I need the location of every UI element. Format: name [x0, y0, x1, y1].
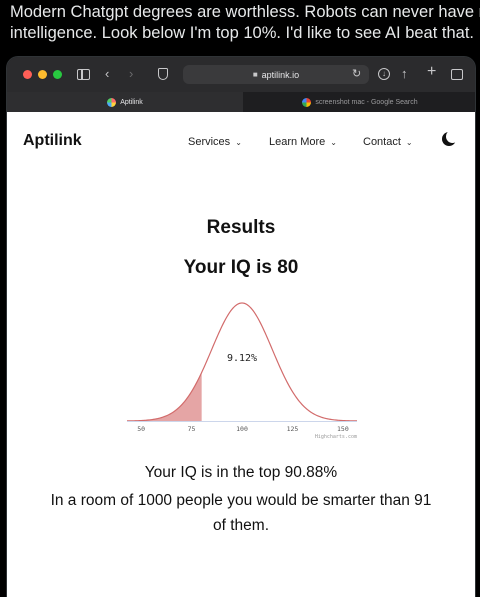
minimize-window-icon[interactable]: [38, 70, 47, 79]
shaded-percentage-label: 9.12%: [227, 353, 257, 364]
back-icon[interactable]: ‹: [105, 65, 109, 83]
site-logo[interactable]: Aptilink: [23, 132, 82, 150]
x-axis-ticks: 50 75 100 125 150: [137, 425, 349, 433]
lock-icon: ■: [252, 70, 258, 79]
nav-contact[interactable]: Contact ⌄: [363, 136, 413, 148]
browser-toolbar: ‹ › ■ aptilink.io ↻ ↓ ↑ +: [7, 57, 475, 92]
nav-contact-label: Contact: [363, 136, 401, 148]
tab-label: screenshot mac - Google Search: [315, 98, 418, 106]
embedded-screenshot[interactable]: ‹ › ■ aptilink.io ↻ ↓ ↑ + Aptilink scree…: [6, 56, 476, 597]
percentile-summary: Your IQ is in the top 90.88%: [144, 464, 338, 481]
x-tick-label: 75: [188, 425, 196, 433]
privacy-shield-icon[interactable]: [158, 68, 168, 80]
room-comparison-line-2: of them.: [213, 517, 269, 534]
tab-label: Aptilink: [120, 98, 143, 106]
results-heading: Results: [206, 217, 276, 238]
x-tick-label: 50: [137, 425, 145, 433]
tab-overview-icon[interactable]: [451, 69, 463, 80]
new-tab-icon[interactable]: +: [427, 63, 436, 81]
chevron-down-icon: ⌄: [405, 138, 413, 147]
reload-icon[interactable]: ↻: [352, 65, 361, 83]
iq-distribution-chart: 9.12% 50 75 100 125 150 Highcharts.com: [126, 302, 358, 440]
nav-learn-more-label: Learn More: [269, 136, 326, 148]
aptilink-favicon-icon: [107, 97, 117, 107]
nav-learn-more[interactable]: Learn More ⌄: [269, 136, 337, 148]
zoom-window-icon[interactable]: [53, 70, 62, 79]
chevron-down-icon: ⌄: [330, 138, 337, 147]
share-icon[interactable]: ↑: [401, 65, 408, 83]
dark-mode-moon-icon[interactable]: [442, 130, 459, 146]
tab-aptilink[interactable]: Aptilink: [7, 92, 243, 112]
close-window-icon[interactable]: [23, 70, 32, 79]
address-text: aptilink.io: [261, 69, 300, 80]
room-comparison-line-1: In a room of 1000 people you would be sm…: [50, 492, 432, 509]
tab-google-search[interactable]: screenshot mac - Google Search: [243, 92, 475, 112]
sidebar-toggle-icon[interactable]: [77, 69, 90, 80]
iq-score-heading: Your IQ is 80: [183, 257, 299, 278]
address-bar[interactable]: ■ aptilink.io: [183, 65, 369, 84]
chevron-down-icon: ⌄: [235, 138, 242, 147]
post-text: Modern Chatgpt degrees are worthless. Ro…: [10, 2, 480, 44]
google-favicon-icon: [302, 97, 312, 107]
forward-icon[interactable]: ›: [129, 65, 133, 83]
nav-services-label: Services: [188, 136, 231, 148]
tab-bar: Aptilink screenshot mac - Google Search: [7, 92, 475, 112]
post-text-line-2: intelligence. Look below I'm top 10%. I'…: [10, 24, 474, 42]
x-tick-label: 150: [337, 425, 349, 433]
nav-services[interactable]: Services ⌄: [188, 136, 242, 148]
post-text-line-1: Modern Chatgpt degrees are worthless. Ro…: [10, 3, 480, 21]
x-tick-label: 125: [287, 425, 299, 433]
web-page: Aptilink Services ⌄ Learn More ⌄ Contact ⌄ …: [7, 112, 475, 597]
shaded-area: [127, 372, 202, 421]
chart-credit[interactable]: Highcharts.com: [315, 434, 357, 440]
download-icon[interactable]: ↓: [378, 68, 390, 80]
x-tick-label: 100: [236, 425, 248, 433]
